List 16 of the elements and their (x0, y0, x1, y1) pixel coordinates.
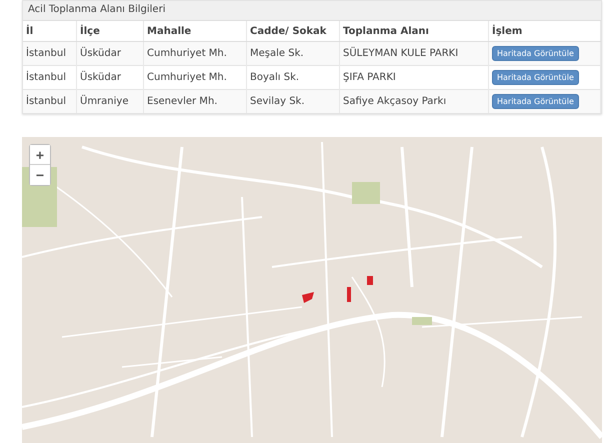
park-area-marker[interactable] (347, 287, 351, 302)
table-cell: Esenevler Mh. (144, 90, 246, 113)
table-cell: Safiye Akçasoy Parkı (340, 90, 488, 113)
table-cell: Cumhuriyet Mh. (144, 42, 246, 66)
table-cell: Sevilay Sk. (246, 90, 340, 113)
table-cell: Üsküdar (76, 42, 144, 66)
table-cell: Meşale Sk. (246, 42, 340, 66)
panel-title: Acil Toplanma Alanı Bilgileri (23, 1, 601, 21)
table-cell: İstanbul (23, 42, 76, 66)
table-cell: Ümraniye (76, 90, 144, 113)
map-view[interactable]: + − (22, 137, 602, 443)
table-cell: SÜLEYMAN KULE PARKI (340, 42, 488, 66)
park-area-marker[interactable] (302, 292, 314, 303)
zoom-in-button[interactable]: + (30, 145, 50, 165)
park-area-marker[interactable] (367, 276, 373, 285)
table-cell: İstanbul (23, 90, 76, 113)
